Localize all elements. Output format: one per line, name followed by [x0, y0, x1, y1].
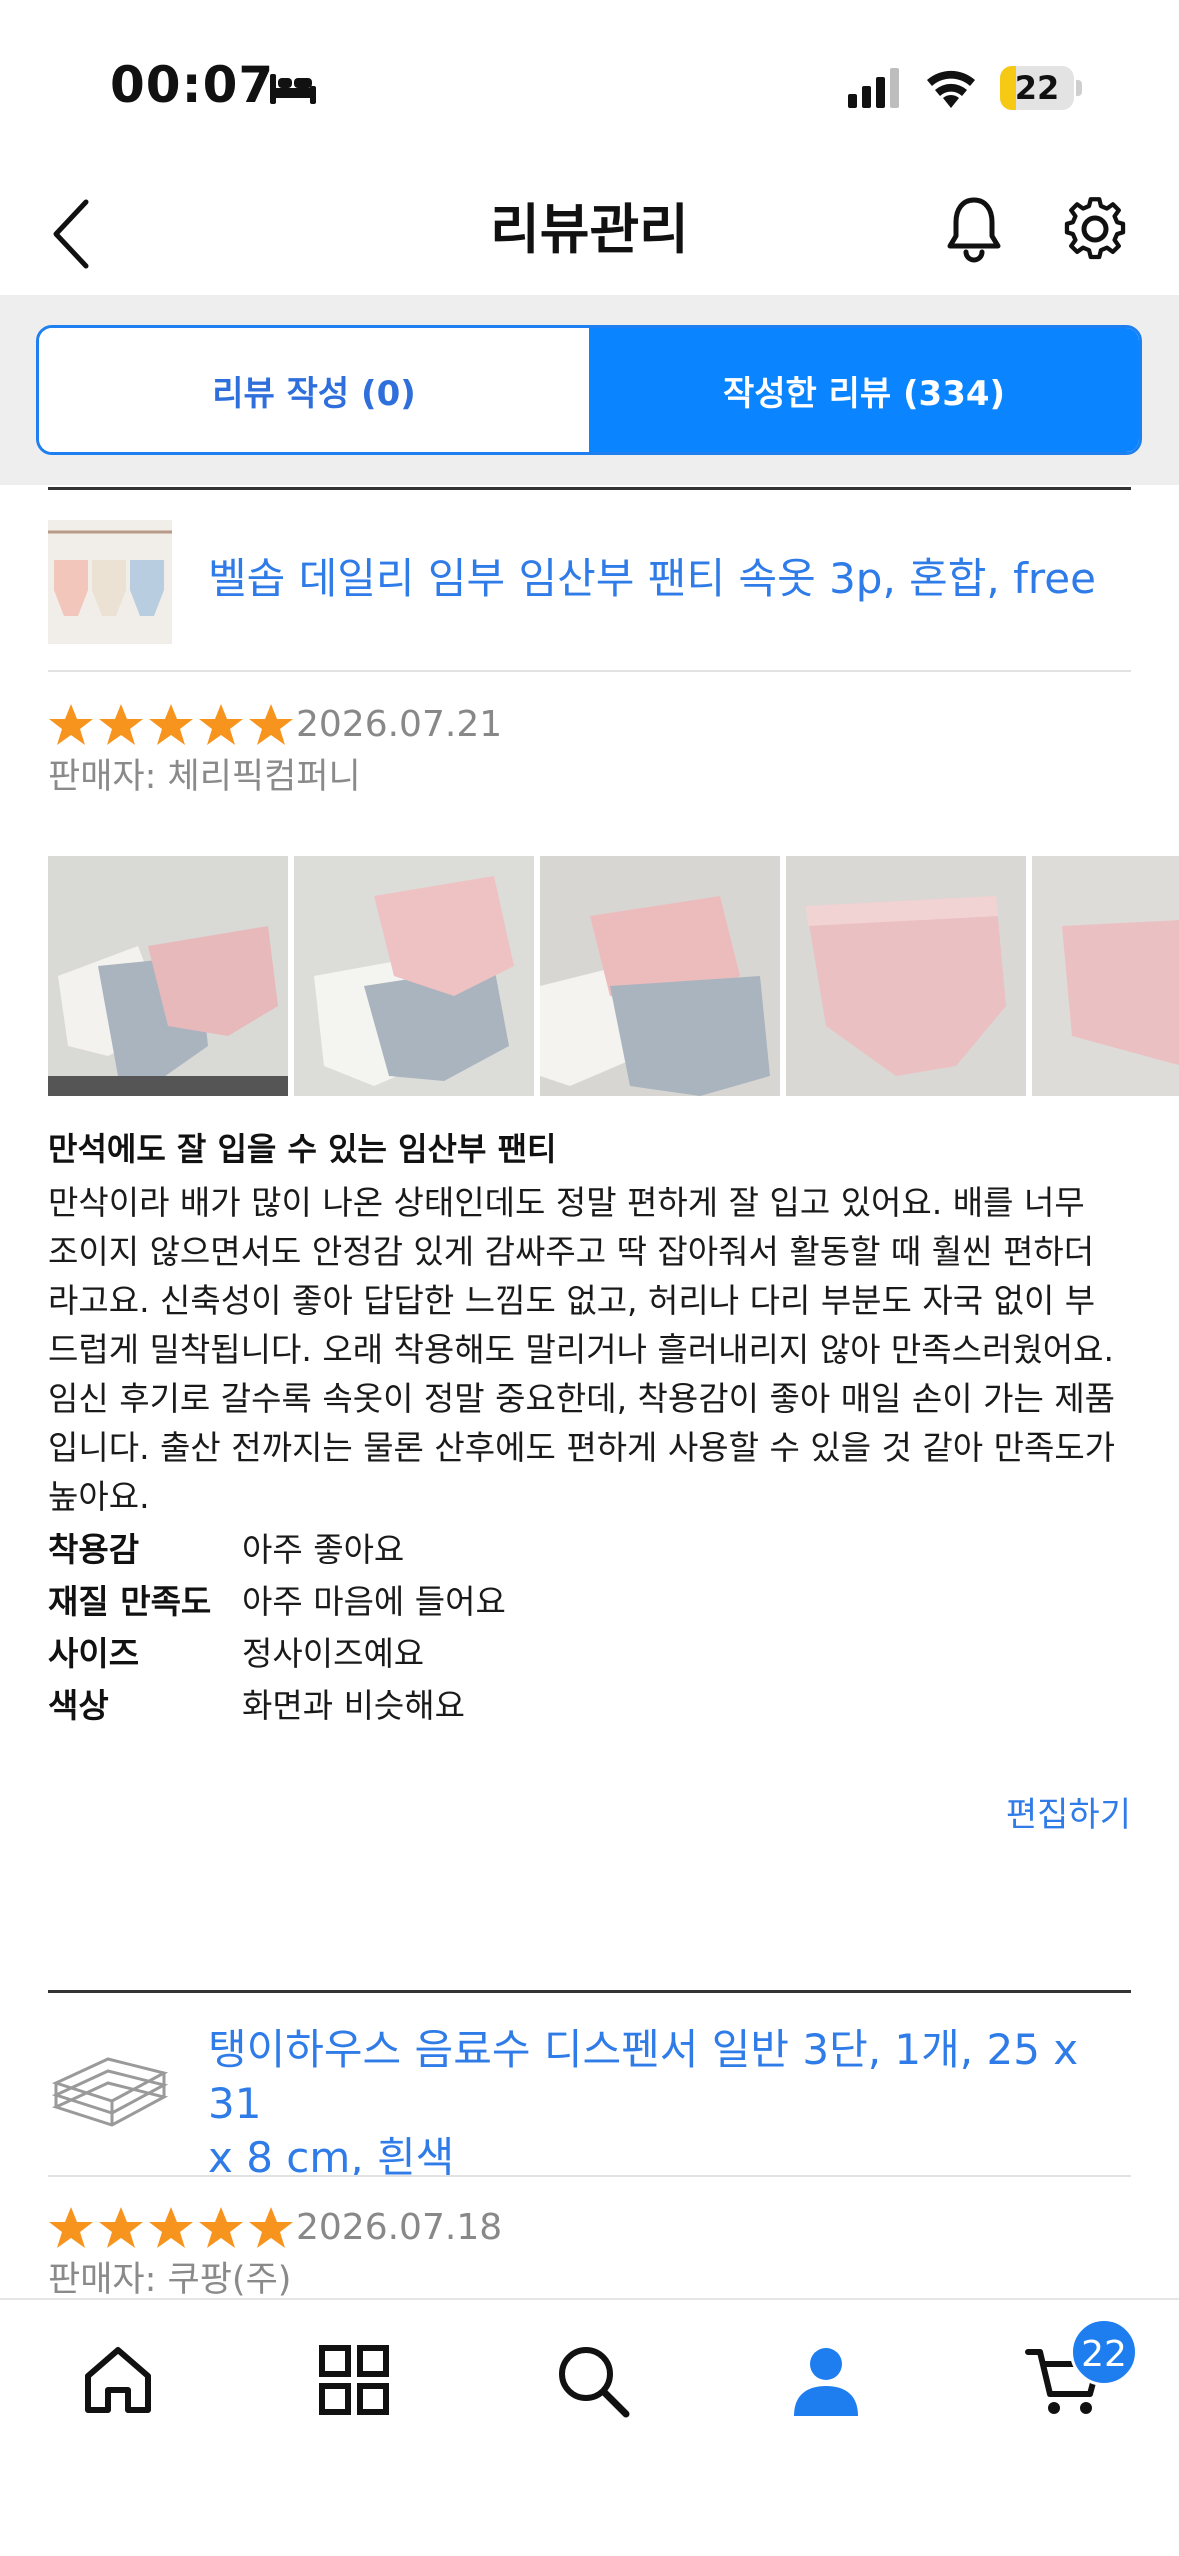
battery-indicator: 22	[1000, 66, 1082, 110]
seller-name: 판매자: 쿠팡(주)	[48, 2260, 292, 2298]
bottom-nav	[0, 2298, 1179, 2556]
divider	[48, 2175, 1131, 2177]
gear-icon[interactable]	[1062, 194, 1128, 264]
review-photo[interactable]	[294, 856, 534, 1096]
review-body-line: 입니다. 출산 전까지는 물론 산후에도 편하게 사용할 수 있을 것 같아 만…	[48, 1428, 1116, 1467]
product-row[interactable]: 벨솝 데일리 임부 임산부 팬티 속옷 3p, 혼합, free	[48, 520, 1131, 644]
wifi-icon	[927, 70, 975, 108]
review-body-line: 라고요. 신축성이 좋아 답답한 느낌도 없고, 허리나 다리 부분도 자국 없…	[48, 1281, 1096, 1320]
attribute-label: 재질 만족도	[48, 1582, 212, 1621]
home-icon[interactable]	[78, 2340, 158, 2420]
star-icon	[49, 2207, 93, 2248]
attribute-value: 정사이즈예요	[242, 1634, 425, 1673]
review-photo[interactable]	[48, 856, 288, 1096]
review-photos[interactable]	[48, 856, 1179, 1096]
my-page-icon[interactable]	[786, 2340, 866, 2420]
cart-count-badge[interactable]: 22	[1070, 2318, 1138, 2386]
review-card: 탱이하우스 음료수 디스펜서 일반 3단, 1개, 25 x 31 x 8 cm…	[48, 1993, 1131, 2298]
star-icon	[249, 704, 293, 745]
status-bar: 00:07 22	[0, 0, 1179, 170]
review-body-line: 임신 후기로 갈수록 속옷이 정말 중요한데, 착용감이 좋아 매일 손이 가는…	[48, 1379, 1116, 1418]
attribute-label: 착용감	[48, 1530, 140, 1569]
star-icon	[99, 704, 143, 745]
star-icon	[249, 2207, 293, 2248]
product-thumbnail[interactable]	[48, 2023, 172, 2147]
star-icon	[49, 704, 93, 745]
battery-level: 22	[1014, 69, 1060, 107]
review-body-line: 조이지 않으면서도 안정감 있게 감싸주고 딱 잡아줘서 활동할 때 훨씬 편하…	[48, 1232, 1095, 1271]
tab-area: 리뷰 작성 (0) 작성한 리뷰 (334)	[0, 295, 1179, 485]
divider	[48, 670, 1131, 672]
star-rating	[48, 2205, 294, 2255]
attribute-label: 사이즈	[48, 1634, 140, 1673]
status-time: 00:07	[110, 56, 275, 114]
search-icon[interactable]	[552, 2340, 632, 2420]
review-body-line: 만삭이라 배가 많이 나온 상태인데도 정말 편하게 잘 입고 있어요. 배를 …	[48, 1183, 1085, 1222]
review-photo[interactable]	[1032, 856, 1179, 1096]
star-icon	[199, 2207, 243, 2248]
star-icon	[149, 2207, 193, 2248]
attribute-label: 색상	[48, 1686, 109, 1725]
product-row[interactable]: 탱이하우스 음료수 디스펜서 일반 3단, 1개, 25 x 31 x 8 cm…	[48, 2023, 1131, 2182]
product-name[interactable]: 탱이하우스 음료수 디스펜서 일반 3단, 1개, 25 x 31 x 8 cm…	[208, 2023, 1131, 2185]
star-icon	[199, 704, 243, 745]
star-icon	[149, 704, 193, 745]
review-body-line: 높아요.	[48, 1477, 150, 1516]
review-body-line: 드럽게 밀착됩니다. 오래 착용해도 말리거나 흘러내리지 않아 만족스러웠어요…	[48, 1330, 1114, 1369]
signal-icon	[848, 68, 899, 108]
review-date: 2026.07.18	[296, 2207, 503, 2248]
star-icon	[99, 2207, 143, 2248]
product-name-line[interactable]: 탱이하우스 음료수 디스펜서 일반 3단, 1개, 25 x 31	[208, 2023, 1131, 2131]
tab-written-reviews[interactable]: 작성한 리뷰 (334)	[589, 328, 1139, 452]
review-tabs: 리뷰 작성 (0) 작성한 리뷰 (334)	[36, 325, 1142, 455]
product-name[interactable]: 벨솝 데일리 임부 임산부 팬티 속옷 3p, 혼합, free	[208, 552, 1131, 606]
review-body: 만삭이라 배가 많이 나온 상태인데도 정말 편하게 잘 입고 있어요. 배를 …	[48, 1178, 1131, 1521]
review-card: 벨솝 데일리 임부 임산부 팬티 속옷 3p, 혼합, free 2026.07…	[48, 490, 1179, 1990]
seller-name: 판매자: 체리픽컴퍼니	[48, 757, 361, 797]
edit-review-button[interactable]: 편집하기	[1006, 1790, 1131, 1840]
star-rating	[48, 702, 294, 752]
attribute-value: 아주 마음에 들어요	[242, 1582, 506, 1621]
review-photo[interactable]	[540, 856, 780, 1096]
attribute-value: 화면과 비슷해요	[242, 1686, 466, 1725]
category-icon[interactable]	[314, 2340, 394, 2420]
review-date: 2026.07.21	[296, 704, 503, 745]
product-thumbnail[interactable]	[48, 520, 172, 644]
tab-write-review[interactable]: 리뷰 작성 (0)	[39, 328, 589, 452]
review-photo[interactable]	[786, 856, 1026, 1096]
bell-icon[interactable]	[944, 194, 1004, 264]
attribute-value: 아주 좋아요	[242, 1530, 405, 1569]
review-title: 만석에도 잘 입을 수 있는 임산부 팬티	[48, 1130, 557, 1168]
header: 리뷰관리	[0, 170, 1179, 295]
sleep-bed-icon	[270, 74, 316, 104]
